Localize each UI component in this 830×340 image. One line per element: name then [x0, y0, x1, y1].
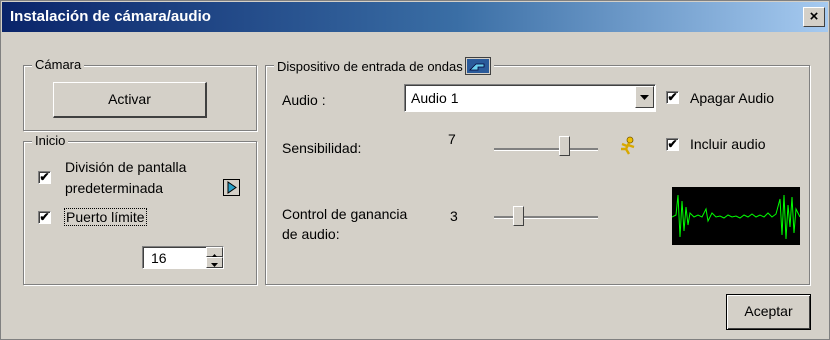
pointing-hand-icon[interactable]: [464, 57, 491, 75]
include-audio-checkbox[interactable]: ✔: [666, 138, 679, 151]
port-limit-label: Puerto límite: [64, 208, 147, 226]
split-screen-label-line2: predeterminada: [65, 180, 164, 196]
audio-select[interactable]: Audio 1: [404, 84, 656, 112]
sensitivity-slider-thumb[interactable]: [559, 136, 570, 156]
port-limit-checkbox[interactable]: ✔: [38, 211, 51, 224]
wave-device-legend-text: Dispositivo de entrada de ondas: [277, 58, 463, 74]
window-title: Instalación de cámara/audio: [10, 8, 211, 25]
sensitivity-value: 7: [448, 131, 456, 147]
close-button[interactable]: ×: [803, 7, 825, 27]
gain-label-line2: de audio:: [282, 226, 340, 242]
dialog-window: Instalación de cámara/audio × Cámara Act…: [0, 0, 830, 340]
spinner-down-button[interactable]: [206, 257, 223, 268]
gain-value: 3: [450, 208, 458, 224]
audio-label: Audio :: [282, 92, 326, 108]
gain-slider[interactable]: [494, 206, 598, 238]
caret-down-icon: [211, 263, 218, 267]
running-figure-icon: [621, 136, 635, 155]
split-screen-checkbox[interactable]: ✔: [38, 171, 51, 184]
audio-select-value: Audio 1: [411, 90, 459, 106]
activate-button[interactable]: Activar: [53, 82, 207, 118]
sensitivity-slider[interactable]: [494, 130, 598, 162]
gain-slider-thumb[interactable]: [513, 206, 524, 226]
play-arrow-icon: [227, 181, 237, 194]
mute-audio-label: Apagar Audio: [690, 90, 775, 106]
camera-group: Cámara Activar: [23, 57, 257, 131]
start-group: Inicio ✔ División de pantalla predetermi…: [23, 133, 257, 285]
sensitivity-label: Sensibilidad:: [282, 140, 362, 156]
include-audio-label: Incluir audio: [690, 136, 766, 152]
gain-label-line1: Control de ganancia: [282, 206, 408, 222]
start-group-legend: Inicio: [32, 133, 69, 148]
close-icon: ×: [809, 8, 819, 25]
port-limit-spinner[interactable]: 16: [142, 246, 224, 269]
split-screen-arrow-button[interactable]: [223, 179, 240, 196]
split-screen-label-line1: División de pantalla: [65, 159, 187, 175]
camera-group-legend: Cámara: [32, 57, 85, 72]
title-bar[interactable]: Instalación de cámara/audio ×: [2, 2, 828, 32]
wave-device-group-legend: Dispositivo de entrada de ondas: [274, 57, 494, 75]
mute-audio-checkbox[interactable]: ✔: [666, 91, 679, 104]
wave-device-group: Dispositivo de entrada de ondas Audio : …: [265, 57, 810, 285]
spinner-up-button[interactable]: [206, 247, 223, 258]
port-limit-value: 16: [151, 250, 167, 266]
audio-dropdown-button[interactable]: [635, 86, 654, 108]
chevron-down-icon: [640, 95, 649, 100]
audio-waveform-display: [672, 187, 800, 245]
accept-button[interactable]: Aceptar: [726, 294, 811, 330]
